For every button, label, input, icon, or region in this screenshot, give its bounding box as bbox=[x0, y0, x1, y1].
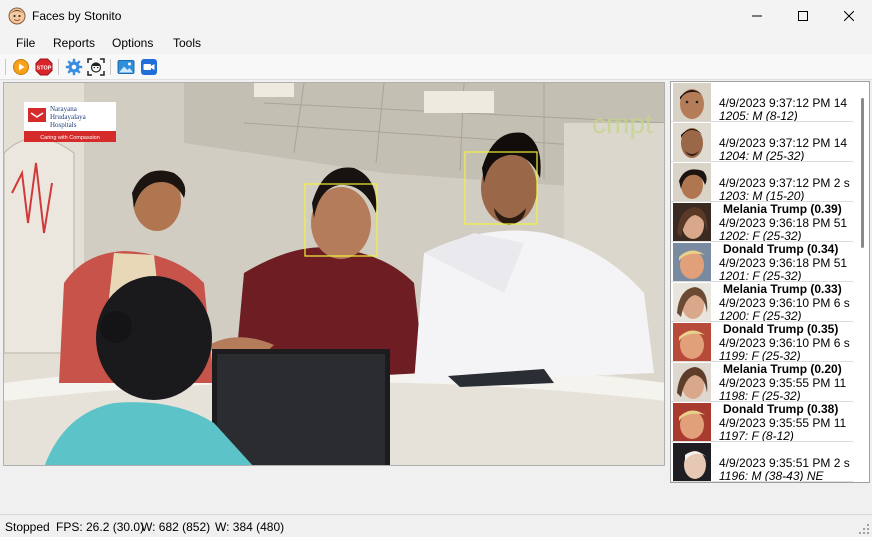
menu-tools[interactable]: Tools bbox=[173, 36, 201, 50]
toolbar-separator bbox=[5, 59, 6, 75]
face-thumbnail bbox=[673, 163, 711, 201]
face-name: Donald Trump (0.38) bbox=[723, 402, 839, 416]
face-thumbnail bbox=[673, 123, 711, 161]
list-item[interactable]: Melania Trump (0.39) 4/9/2023 9:36:18 PM… bbox=[671, 202, 853, 242]
menu-reports[interactable]: Reports bbox=[53, 36, 95, 50]
face-list-scrollbar[interactable] bbox=[855, 82, 869, 482]
status-bar: Stopped FPS: 26.2 (30.0) W: 682 (852) W:… bbox=[0, 514, 872, 537]
list-item[interactable]: Melania Trump (0.20) 4/9/2023 9:35:55 PM… bbox=[671, 362, 853, 402]
status-state: Stopped bbox=[5, 520, 50, 534]
face-info: 1204: M (25-32) bbox=[719, 149, 805, 162]
list-item[interactable]: Melania Trump (0.33) 4/9/2023 9:36:10 PM… bbox=[671, 282, 853, 322]
toolbar-separator bbox=[58, 59, 59, 75]
maximize-button[interactable] bbox=[780, 0, 826, 32]
face-name: Donald Trump (0.34) bbox=[723, 242, 839, 256]
face-datetime: 4/9/2023 9:36:10 PM 6 s bbox=[719, 336, 850, 350]
list-item[interactable]: Donald Trump (0.38) 4/9/2023 9:35:55 PM … bbox=[671, 402, 853, 442]
face-datetime: 4/9/2023 9:37:12 PM 2 s bbox=[719, 176, 850, 190]
face-datetime: 4/9/2023 9:37:12 PM 14 bbox=[719, 136, 848, 150]
face-info: 1200: F (25-32) bbox=[719, 309, 802, 322]
list-item[interactable]: 4/9/2023 9:35:51 PM 2 s 1196: M (38-43) … bbox=[671, 442, 853, 482]
hospital-logo: Narayana Hrudayalaya Hospitals Caring wi… bbox=[24, 102, 116, 142]
face-datetime: 4/9/2023 9:36:18 PM 51 bbox=[719, 256, 848, 270]
detected-faces-list[interactable]: 4/9/2023 9:37:12 PM 14 1205: M (8-12) 4/… bbox=[670, 81, 870, 483]
menu-bar: File Reports Options Tools bbox=[0, 32, 872, 54]
face-thumbnail bbox=[673, 323, 711, 361]
watermark-top: cmpt bbox=[592, 108, 653, 139]
face-thumbnail bbox=[673, 203, 711, 241]
face-detect-icon[interactable] bbox=[87, 58, 105, 76]
face-info: 1203: M (15-20) bbox=[719, 189, 805, 202]
stop-label: STOP bbox=[37, 66, 52, 72]
video-scene: Narayana Hrudayalaya Hospitals Caring wi… bbox=[4, 83, 664, 465]
list-item[interactable]: Donald Trump (0.34) 4/9/2023 9:36:18 PM … bbox=[671, 242, 853, 282]
main-area: Narayana Hrudayalaya Hospitals Caring wi… bbox=[0, 80, 872, 514]
play-icon[interactable] bbox=[12, 58, 30, 76]
window-title: Faces by Stonito bbox=[32, 9, 122, 23]
resize-grip-icon[interactable] bbox=[858, 523, 870, 535]
face-info: 1199: F (25-32) bbox=[719, 349, 801, 362]
maximize-icon bbox=[798, 11, 808, 21]
title-bar: Faces by Stonito bbox=[0, 0, 872, 32]
face-datetime: 4/9/2023 9:36:18 PM 51 bbox=[719, 216, 848, 230]
face-datetime: 4/9/2023 9:35:55 PM 11 bbox=[719, 376, 847, 390]
video-camera-icon[interactable] bbox=[140, 58, 158, 76]
face-thumbnail bbox=[673, 243, 711, 281]
face-info: 1197: F (8-12) bbox=[719, 429, 794, 442]
gear-icon[interactable] bbox=[65, 58, 83, 76]
close-button[interactable] bbox=[826, 0, 872, 32]
face-name: Melania Trump (0.39) bbox=[723, 202, 842, 216]
face-info: 1205: M (8-12) bbox=[719, 109, 798, 122]
face-name: Melania Trump (0.20) bbox=[723, 362, 842, 376]
menu-options[interactable]: Options bbox=[112, 36, 153, 50]
face-name: Donald Trump (0.35) bbox=[723, 322, 839, 336]
status-width: W: 682 (852) bbox=[141, 520, 211, 534]
logo-line-1: Narayana bbox=[50, 105, 78, 113]
face-info: 1201: F (25-32) bbox=[719, 269, 802, 282]
status-height: W: 384 (480) bbox=[215, 520, 285, 534]
face-datetime: 4/9/2023 9:36:10 PM 6 s bbox=[719, 296, 850, 310]
list-item[interactable]: Donald Trump (0.35) 4/9/2023 9:36:10 PM … bbox=[671, 322, 853, 362]
close-icon bbox=[844, 11, 854, 21]
face-datetime: 4/9/2023 9:37:12 PM 14 bbox=[719, 96, 848, 110]
menu-file[interactable]: File bbox=[16, 36, 35, 50]
face-thumbnail bbox=[673, 283, 711, 321]
toolbar: STOP bbox=[0, 54, 872, 80]
face-thumbnail bbox=[673, 403, 711, 441]
status-fps: FPS: 26.2 (30.0) bbox=[56, 520, 145, 534]
face-thumbnail bbox=[673, 363, 711, 401]
list-item[interactable]: 4/9/2023 9:37:12 PM 14 1205: M (8-12) bbox=[671, 82, 853, 122]
minimize-icon bbox=[752, 15, 762, 17]
scrollbar-thumb[interactable] bbox=[861, 98, 864, 248]
logo-tagline: Caring with Compassion bbox=[40, 135, 100, 141]
minimize-button[interactable] bbox=[734, 0, 780, 32]
stop-icon[interactable]: STOP bbox=[35, 58, 53, 76]
image-icon[interactable] bbox=[117, 58, 135, 76]
face-name: Melania Trump (0.33) bbox=[723, 282, 842, 296]
list-item[interactable]: 4/9/2023 9:37:12 PM 2 s 1203: M (15-20) bbox=[671, 162, 853, 202]
face-info: 1198: F (25-32) bbox=[719, 389, 801, 402]
toolbar-separator bbox=[110, 59, 111, 75]
face-thumbnail bbox=[673, 83, 711, 121]
face-thumbnail bbox=[673, 443, 711, 481]
face-info: 1202: F (25-32) bbox=[719, 229, 802, 242]
video-frame[interactable]: Narayana Hrudayalaya Hospitals Caring wi… bbox=[3, 82, 665, 466]
face-datetime: 4/9/2023 9:35:51 PM 2 s bbox=[719, 456, 850, 470]
logo-line-3: Hospitals bbox=[50, 121, 77, 129]
app-icon bbox=[8, 7, 26, 25]
face-datetime: 4/9/2023 9:35:55 PM 11 bbox=[719, 416, 847, 430]
list-item[interactable]: 4/9/2023 9:37:12 PM 14 1204: M (25-32) bbox=[671, 122, 853, 162]
monitor bbox=[212, 349, 390, 465]
logo-line-2: Hrudayalaya bbox=[50, 113, 87, 121]
face-info: 1196: M (38-43) NE bbox=[719, 469, 824, 482]
